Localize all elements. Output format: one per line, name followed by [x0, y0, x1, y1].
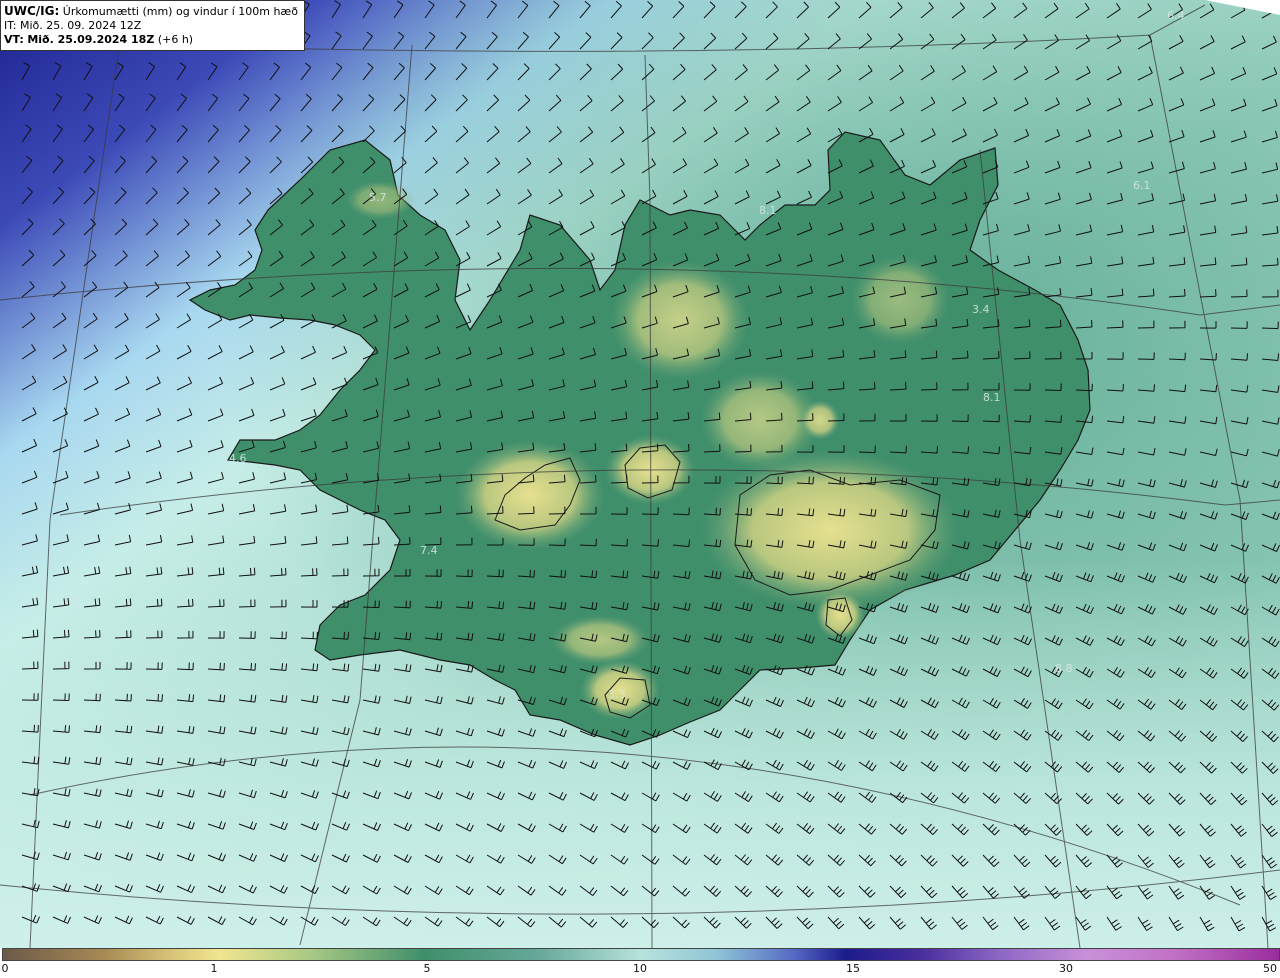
precipitation-colorbar: 0 1 5 10 15 30 50	[0, 948, 1280, 978]
issue-time-label: IT:	[4, 19, 17, 32]
precipitation-wind-map: 6.4 6.1 5.7 8.1 3.4 8.1 4.6 3.3 7.4 8.8	[0, 0, 1280, 948]
issue-time-value: Mið. 25. 09. 2024 12Z	[19, 19, 142, 32]
colorbar-strip	[2, 948, 1280, 961]
map-label: 4.6	[229, 452, 247, 465]
title-line: UWC/IG: Úrkomumætti (mm) og vindur í 100…	[4, 4, 298, 19]
map-label: 8.1	[983, 391, 1001, 404]
colorbar-tick: 10	[633, 962, 647, 975]
valid-time-label: VT:	[4, 33, 24, 46]
map-label: 7.4	[420, 544, 438, 557]
valid-time-value: Mið. 25.09.2024 18Z	[27, 33, 155, 46]
colorbar-tick: 5	[423, 962, 431, 975]
valid-time-line: VT: Mið. 25.09.2024 18Z (+6 h)	[4, 33, 298, 47]
map-label: 3.4	[972, 303, 990, 316]
map-label: 6.1	[1133, 179, 1151, 192]
map-label: 5.7	[369, 191, 387, 204]
map-label: 6.4	[1167, 9, 1185, 22]
issue-time-line: IT: Mið. 25. 09. 2024 12Z	[4, 19, 298, 33]
map-label: 8.1	[759, 204, 777, 217]
colorbar-tick: 0	[1, 962, 9, 975]
map-info-box: UWC/IG: Úrkomumætti (mm) og vindur í 100…	[0, 0, 305, 51]
lead-time: (+6 h)	[157, 33, 194, 46]
colorbar-tick: 30	[1059, 962, 1073, 975]
colorbar-tick: 50	[1263, 962, 1277, 975]
map-label: 3.3	[608, 688, 626, 701]
colorbar-tick: 15	[846, 962, 860, 975]
colorbar-tick: 1	[210, 962, 218, 975]
map-label: 8.8	[1055, 662, 1073, 675]
map-title: Úrkomumætti (mm) og vindur í 100m hæð	[62, 5, 298, 18]
model-name: UWC/IG:	[4, 4, 60, 18]
